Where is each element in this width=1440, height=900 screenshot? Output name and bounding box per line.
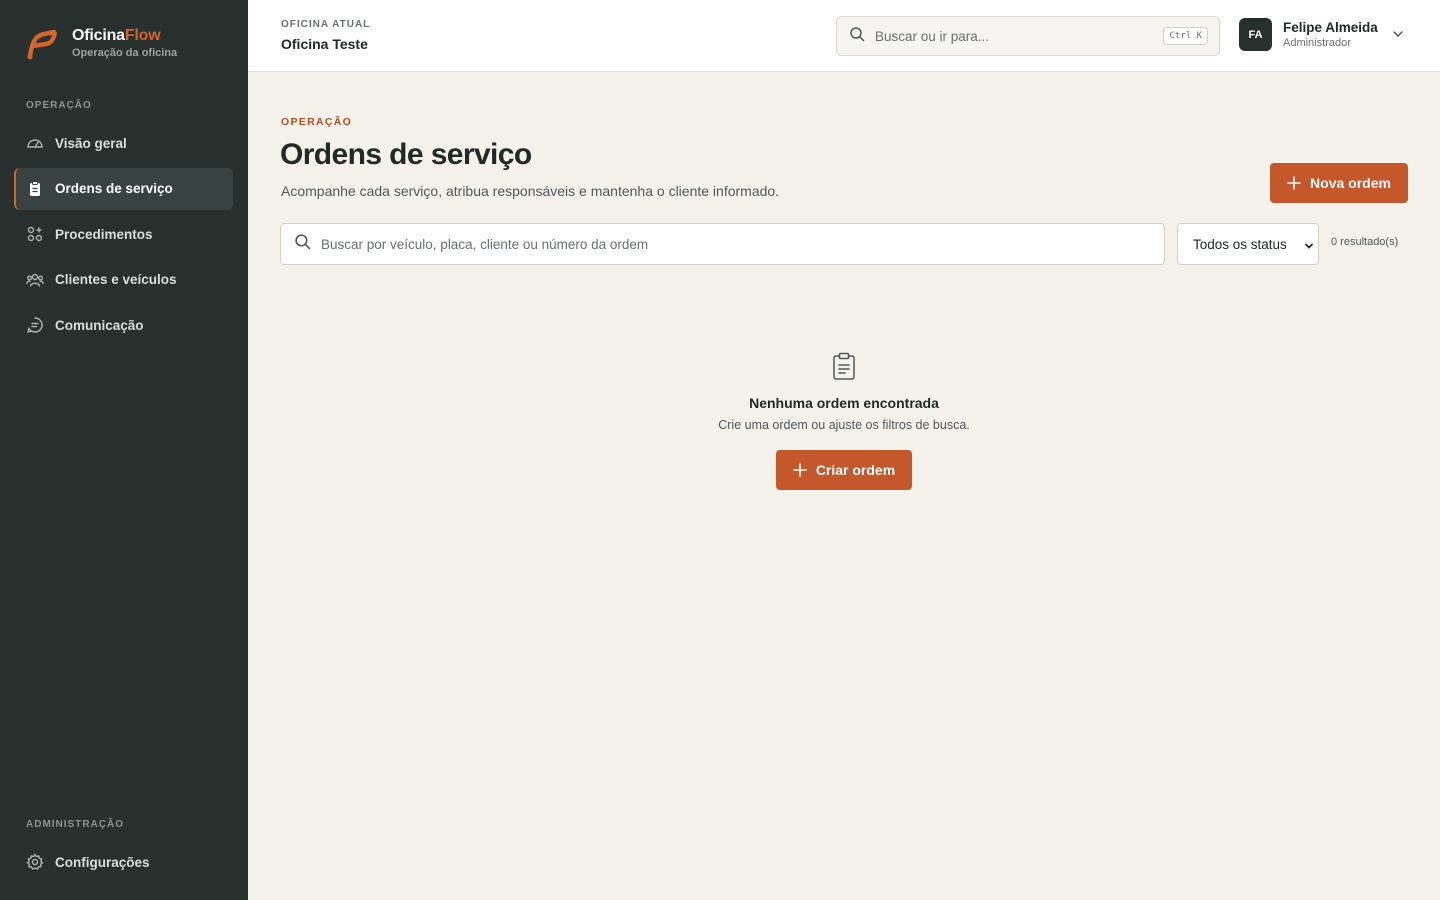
current-shop-label: OFICINA ATUAL — [281, 19, 371, 30]
sidebar-item-label: Ordens de serviço — [55, 181, 173, 196]
empty-state-title: Nenhuma ordem encontrada — [749, 395, 939, 411]
brand-name: OficinaFlow — [72, 27, 161, 44]
chevron-down-icon — [1304, 239, 1314, 254]
current-shop-name[interactable]: Oficina Teste — [281, 36, 368, 52]
clipboard-icon — [26, 180, 44, 198]
sidebar-item-ordens-de-servico[interactable]: Ordens de serviço — [14, 167, 233, 210]
sidebar-item-procedimentos[interactable]: Procedimentos — [14, 213, 233, 255]
orders-search-placeholder: Buscar por veículo, placa, cliente ou nú… — [321, 236, 649, 252]
sidebar-item-comunicacao[interactable]: Comunicação — [14, 304, 233, 346]
topbar: OFICINA ATUAL Oficina Teste Buscar ou ir… — [248, 0, 1440, 72]
new-order-button-label: Nova ordem — [1310, 175, 1391, 191]
plus-icon — [1287, 176, 1301, 190]
procedures-icon — [26, 225, 44, 243]
page-eyebrow: OPERAÇÃO — [281, 116, 353, 128]
sidebar-item-visao-geral[interactable]: Visão geral — [14, 122, 233, 164]
sidebar-item-label: Comunicação — [55, 317, 144, 333]
sidebar: OficinaFlow Operação da oficina OPERAÇÃO… — [0, 0, 248, 900]
sidebar-admin-nav: Configurações — [14, 841, 233, 887]
avatar: FA — [1239, 18, 1272, 51]
status-filter-value: Todos os status — [1193, 236, 1287, 252]
users-icon — [26, 271, 44, 289]
user-name: Felipe Almeida — [1283, 20, 1378, 35]
search-icon — [849, 26, 865, 47]
global-search-input[interactable]: Buscar ou ir para... Ctrl K — [836, 16, 1220, 56]
nav-section-admin: ADMINISTRAÇÃO — [26, 819, 124, 830]
search-icon — [294, 233, 311, 255]
create-order-button[interactable]: Criar ordem — [776, 450, 912, 490]
sidebar-item-configuracoes[interactable]: Configurações — [14, 841, 233, 883]
nav-section-operation: OPERAÇÃO — [26, 100, 92, 111]
orders-search-input[interactable]: Buscar por veículo, placa, cliente ou nú… — [280, 223, 1165, 265]
user-role: Administrador — [1283, 37, 1351, 49]
status-filter-select[interactable]: Todos os status — [1177, 223, 1319, 265]
sidebar-item-label: Clientes e veículos — [55, 272, 177, 287]
gear-icon — [26, 853, 44, 871]
empty-state-description: Crie uma ordem ou ajuste os filtros de b… — [718, 418, 970, 432]
new-order-button[interactable]: Nova ordem — [1270, 163, 1408, 203]
clipboard-icon — [644, 352, 1044, 382]
brand-subtitle: Operação da oficina — [72, 47, 178, 59]
brand[interactable]: OficinaFlow Operação da oficina — [24, 26, 177, 62]
keyboard-shortcut-badge: Ctrl K — [1163, 27, 1208, 45]
page-description: Acompanhe cada serviço, atribua responsá… — [281, 183, 780, 199]
empty-state: Nenhuma ordem encontrada Crie uma ordem … — [644, 352, 1044, 432]
plus-icon — [793, 463, 807, 477]
sidebar-nav: Visão geral Ordens de serviço Procedimen… — [14, 122, 233, 350]
global-search-placeholder: Buscar ou ir para... — [875, 28, 990, 44]
sidebar-item-clientes-e-veiculos[interactable]: Clientes e veículos — [14, 259, 233, 301]
user-menu[interactable]: FA Felipe Almeida Administrador — [1239, 18, 1404, 51]
message-icon — [26, 316, 44, 334]
sidebar-item-label: Procedimentos — [55, 226, 153, 242]
results-count: 0 resultado(s) — [1331, 236, 1399, 248]
gauge-icon — [26, 134, 44, 152]
oficinaflow-logo — [27, 29, 57, 60]
sidebar-item-label: Configurações — [55, 854, 150, 870]
chevron-down-icon[interactable] — [1392, 27, 1404, 45]
page-title: Ordens de serviço — [280, 138, 532, 171]
create-order-button-label: Criar ordem — [815, 462, 896, 478]
sidebar-item-label: Visão geral — [55, 135, 127, 151]
